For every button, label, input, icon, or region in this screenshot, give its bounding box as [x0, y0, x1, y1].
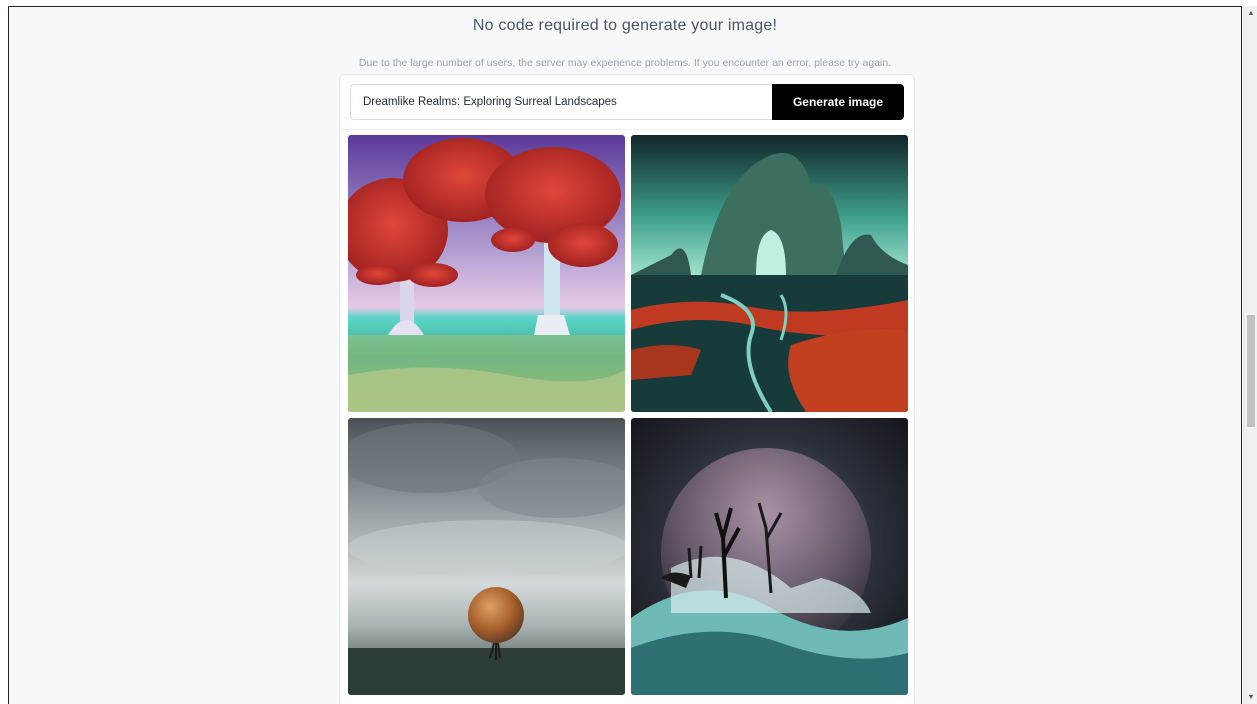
vertical-scrollbar[interactable]: ▲ ▼ — [1243, 6, 1257, 704]
page-heading: No code required to generate your image! — [472, 17, 778, 34]
generate-image-button[interactable]: Generate image — [772, 84, 904, 120]
server-notice: Due to the large number of users, the se… — [358, 57, 892, 69]
triangle-up-icon[interactable]: ▲ — [1244, 6, 1257, 20]
card-divider — [340, 129, 914, 130]
generator-card: Generate image — [339, 74, 915, 704]
generated-image-1[interactable] — [348, 135, 625, 412]
prompt-input[interactable] — [350, 84, 772, 120]
page-frame: No code required to generate your image!… — [8, 6, 1242, 704]
triangle-down-icon[interactable]: ▼ — [1244, 690, 1257, 704]
scrollbar-thumb[interactable] — [1247, 315, 1255, 427]
generated-image-4[interactable] — [631, 418, 908, 695]
generated-image-3[interactable] — [348, 418, 625, 695]
prompt-form: Generate image — [350, 84, 904, 120]
generated-image-2[interactable] — [631, 135, 908, 412]
image-grid — [348, 135, 908, 695]
